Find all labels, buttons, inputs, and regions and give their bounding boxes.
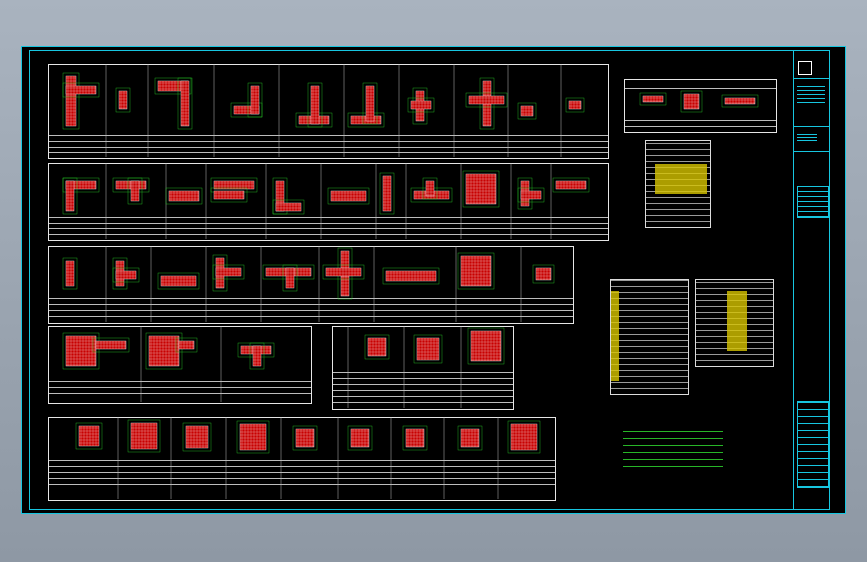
section-5b (365, 85, 375, 122)
section-r3-8 (460, 255, 492, 287)
section-r3-9 (535, 267, 552, 281)
section-r4b-3 (470, 330, 502, 362)
section-r5-5 (295, 428, 315, 448)
section-r2-9 (465, 173, 497, 205)
section-r4-1b (95, 340, 127, 350)
section-r2-1b (65, 180, 75, 212)
section-r5-7 (405, 428, 425, 448)
section-l-1b (65, 85, 97, 95)
section-r5-6 (350, 428, 370, 448)
section-2b (180, 80, 190, 127)
section-r4-2b (178, 340, 195, 350)
section-r3-4b (215, 267, 242, 277)
section-9 (568, 100, 582, 110)
section-1 (118, 90, 128, 110)
section-r4-1 (65, 335, 97, 367)
section-r2-8b (425, 180, 435, 197)
section-r2-5b (275, 202, 302, 212)
section-r2-7 (382, 175, 392, 212)
section-r4b-1 (367, 337, 387, 357)
section-r5-4 (239, 423, 267, 451)
section-r5-8 (460, 428, 480, 448)
section-r2-11 (555, 180, 587, 190)
section-r3-6b (325, 267, 362, 277)
section-4b (310, 85, 320, 125)
section-r2-4b (213, 190, 245, 200)
section-r5-9 (510, 423, 538, 451)
section-7b (468, 95, 505, 105)
section-r4-2 (148, 335, 180, 367)
section-drawings (62, 64, 759, 499)
section-r3-1 (65, 260, 75, 287)
detail-2 (683, 93, 700, 110)
drawing-sheet (21, 46, 846, 514)
section-r5-2 (130, 422, 158, 450)
